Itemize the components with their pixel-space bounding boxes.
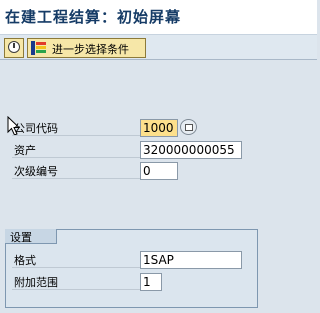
asset-label-row: 资产: [12, 141, 140, 158]
more-selections-label: 进一步选择条件: [52, 43, 129, 56]
sub-number-input[interactable]: 0: [140, 162, 178, 180]
addl-scope-label-row: 附加范围: [12, 273, 140, 290]
more-selections-button[interactable]: 进一步选择条件: [27, 38, 146, 58]
settings-group-header: 设置: [5, 229, 57, 244]
sub-number-label-row: 次级编号: [12, 162, 140, 179]
execute-button[interactable]: [4, 38, 24, 58]
layout-label-row: 格式: [12, 251, 140, 268]
value-help-icon[interactable]: [180, 119, 197, 135]
multi-select-icon: [31, 41, 46, 55]
settings-group-title: 设置: [10, 231, 32, 244]
title-bar: 在建工程结算：初始屏幕: [0, 0, 317, 34]
asset-input[interactable]: 320000000055: [140, 141, 242, 159]
application-toolbar: 进一步选择条件: [0, 34, 317, 60]
sub-number-label: 次级编号: [14, 165, 58, 178]
asset-label: 资产: [14, 144, 36, 157]
layout-label: 格式: [14, 254, 36, 267]
page-title: 在建工程结算：初始屏幕: [5, 8, 182, 26]
execute-clock-icon: [8, 41, 20, 53]
addl-scope-label: 附加范围: [14, 276, 58, 289]
company-code-label-row: 公司代码: [12, 119, 140, 136]
addl-scope-input[interactable]: 1: [140, 273, 162, 291]
layout-input[interactable]: 1SAP: [140, 251, 242, 269]
company-code-label: 公司代码: [14, 122, 58, 135]
company-code-input[interactable]: 1000: [140, 119, 178, 137]
